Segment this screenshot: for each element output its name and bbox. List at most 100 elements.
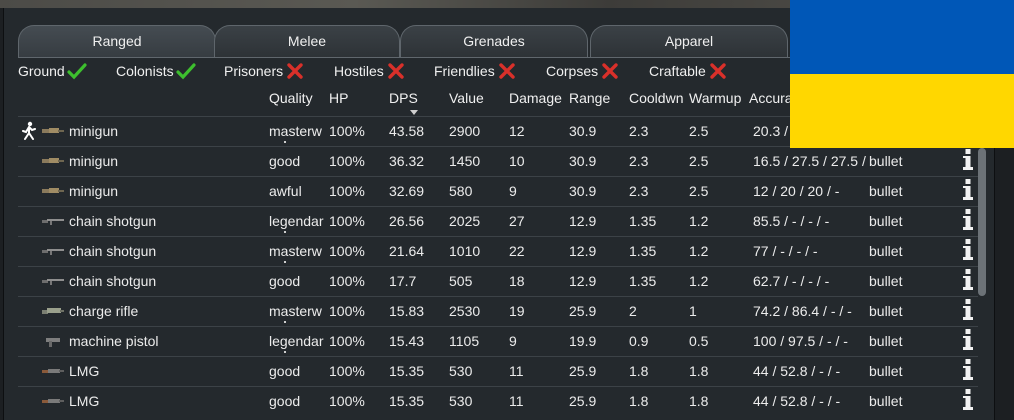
cell-accuracy: 16.5 / 27.5 / 27.5 /: [753, 153, 866, 169]
truncation-dot: [284, 231, 286, 233]
cell-ammo: bullet: [869, 273, 903, 289]
column-header-range[interactable]: Range: [569, 90, 610, 106]
cell-range: 12.9: [569, 213, 597, 229]
info-icon[interactable]: [962, 179, 974, 201]
cell-quality: masterw: [269, 123, 322, 139]
tab-apparel[interactable]: Apparel: [590, 25, 788, 58]
info-icon[interactable]: [962, 389, 974, 411]
column-header-cooldown[interactable]: Cooldwn: [629, 90, 683, 106]
column-header-warmup[interactable]: Warmup: [689, 90, 741, 106]
column-header-hp[interactable]: HP: [329, 90, 348, 106]
flag-top-stripe: [790, 0, 1014, 74]
filter-colonists[interactable]: Colonists: [116, 60, 196, 82]
cell-warmup: 2.5: [689, 183, 709, 199]
info-icon[interactable]: [962, 149, 974, 171]
cell-hp: 100%: [329, 273, 365, 289]
column-header-damage[interactable]: Damage: [509, 90, 562, 106]
tab-ranged[interactable]: Ranged: [18, 25, 216, 58]
filter-colonists-label: Colonists: [116, 63, 174, 79]
weapon-name: machine pistol: [69, 333, 159, 349]
column-header-accuracy[interactable]: Accura: [749, 90, 793, 106]
cell-dps: 26.56: [389, 213, 425, 229]
chain-shotgun-icon: [42, 279, 64, 285]
cell-cooldown: 0.9: [629, 333, 649, 349]
info-icon[interactable]: [962, 239, 974, 261]
filter-prisoners[interactable]: Prisoners: [224, 60, 305, 82]
tab-grenades[interactable]: Grenades: [400, 25, 588, 58]
cell-warmup: 2.5: [689, 123, 709, 139]
truncation-dot: [284, 261, 286, 263]
weapon-name: LMG: [69, 363, 100, 379]
table-row[interactable]: chain shotgun good 100% 17.7 505 18 12.9 1.35 1.…: [18, 266, 978, 296]
cell-cooldown: 1.35: [629, 213, 657, 229]
cell-hp: 100%: [329, 243, 365, 259]
cell-value: 505: [449, 273, 473, 289]
cell-value: 580: [449, 183, 473, 199]
info-icon[interactable]: [962, 329, 974, 351]
table-row[interactable]: minigun good 100% 36.32 1450 10 30.9 2.3 2.5 16.5…: [18, 146, 978, 176]
cell-accuracy: 85.5 / - / - / -: [753, 213, 830, 229]
cell-quality: good: [269, 153, 301, 169]
truncation-dot: [284, 351, 286, 353]
cell-damage: 11: [509, 363, 524, 379]
filter-friendlies-label: Friendlies: [434, 63, 495, 79]
cell-accuracy: 44 / 52.8 / - / -: [753, 363, 841, 379]
cross-icon: [499, 63, 515, 79]
cell-quality: good: [269, 273, 301, 289]
cell-dps: 15.83: [389, 303, 425, 319]
sort-descending-icon: [410, 110, 418, 115]
info-icon[interactable]: [962, 269, 974, 291]
cell-dps: 43.58: [389, 123, 425, 139]
table-row[interactable]: minigun awful 100% 32.69 580 9 30.9 2.3 2.5 12 / …: [18, 176, 978, 206]
table-row[interactable]: charge rifle masterw 100% 15.83 2530 19 25.9 2 1…: [18, 296, 978, 326]
cross-icon: [710, 63, 726, 79]
info-icon[interactable]: [962, 359, 974, 381]
cell-cooldown: 1.8: [629, 363, 649, 379]
cell-warmup: 0.5: [689, 333, 709, 349]
colonist-equipped-icon: [22, 121, 36, 140]
cell-quality: masterw: [269, 243, 322, 259]
chain-shotgun-icon: [42, 219, 64, 225]
vertical-scrollbar[interactable]: [978, 148, 986, 296]
weapon-name: chain shotgun: [69, 273, 157, 289]
cell-hp: 100%: [329, 303, 365, 319]
cell-damage: 19: [509, 303, 525, 319]
info-icon[interactable]: [962, 209, 974, 231]
column-header-quality[interactable]: Quality: [269, 90, 313, 106]
cell-ammo: bullet: [869, 183, 903, 199]
cell-cooldown: 2: [629, 303, 637, 319]
table-row[interactable]: LMG good 100% 15.35 530 11 25.9 1.8 1.8 44 / 52.8…: [18, 356, 978, 386]
cell-warmup: 2.5: [689, 153, 709, 169]
filter-corpses[interactable]: Corpses: [546, 60, 620, 82]
cell-range: 12.9: [569, 243, 597, 259]
table-row[interactable]: machine pistol legendar 100% 15.43 1105 9 19.9…: [18, 326, 978, 356]
filter-hostiles[interactable]: Hostiles: [334, 60, 406, 82]
truncation-dot: [284, 321, 286, 323]
info-icon[interactable]: [962, 299, 974, 321]
cell-quality: legendar: [269, 213, 324, 229]
cell-range: 30.9: [569, 123, 597, 139]
cell-dps: 17.7: [389, 273, 417, 289]
table-row[interactable]: chain shotgun legendar 100% 26.56 2025 27 12.9…: [18, 206, 978, 236]
tab-melee[interactable]: Melee: [214, 25, 400, 58]
weapon-name: chain shotgun: [69, 213, 157, 229]
cell-quality: good: [269, 393, 301, 409]
cell-damage: 27: [509, 213, 525, 229]
column-header-dps[interactable]: DPS: [389, 90, 418, 106]
table-row[interactable]: LMG good 100% 15.35 530 11 25.9 1.8 1.8 44 / 52.8…: [18, 386, 978, 416]
filter-prisoners-label: Prisoners: [224, 63, 284, 79]
cell-quality: awful: [269, 183, 302, 199]
filter-friendlies[interactable]: Friendlies: [434, 60, 517, 82]
cell-accuracy: 12 / 20 / 20 / -: [753, 183, 840, 199]
lmg-icon: [42, 369, 64, 373]
table-row[interactable]: chain shotgun masterw 100% 21.64 1010 22 12.9 1…: [18, 236, 978, 266]
filter-ground[interactable]: Ground: [18, 60, 87, 82]
cell-hp: 100%: [329, 213, 365, 229]
cross-icon: [388, 63, 404, 79]
column-header-value[interactable]: Value: [449, 90, 484, 106]
filter-craftable[interactable]: Craftable: [649, 60, 728, 82]
filter-ground-label: Ground: [18, 63, 65, 79]
cell-accuracy: 74.2 / 86.4 / - / -: [753, 303, 852, 319]
cell-hp: 100%: [329, 123, 365, 139]
flag-bottom-stripe: [790, 74, 1014, 148]
